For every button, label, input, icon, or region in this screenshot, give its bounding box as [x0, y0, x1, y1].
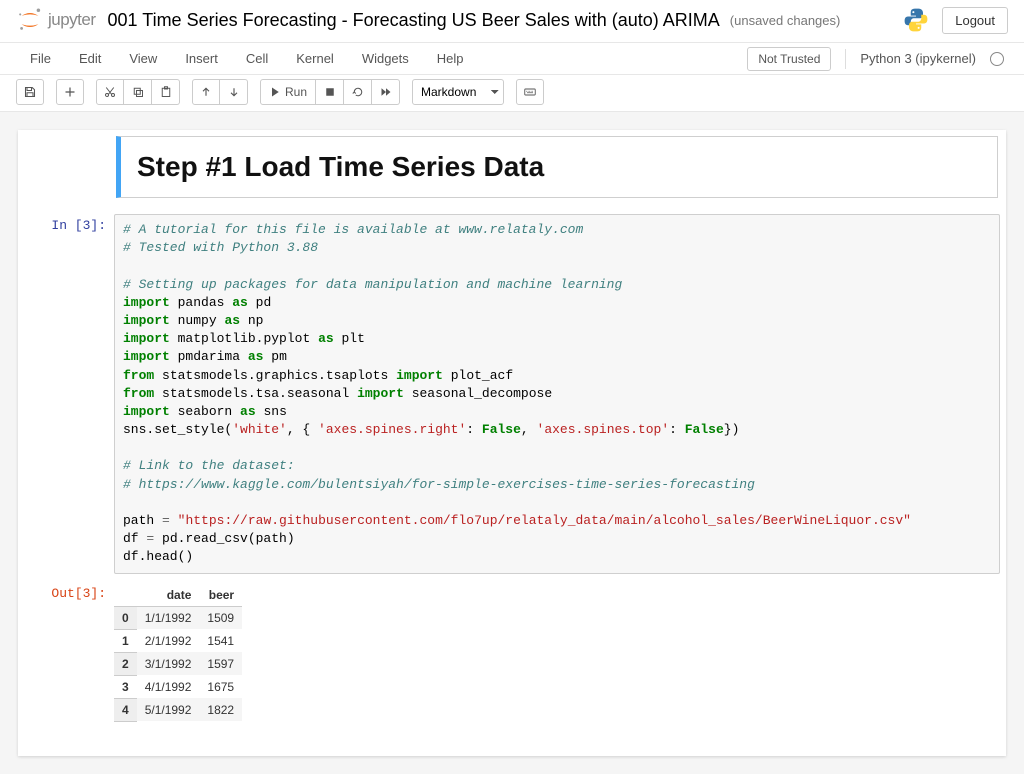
toolbar: Run Markdown: [0, 75, 1024, 112]
col-beer: beer: [199, 584, 242, 607]
menubar: File Edit View Insert Cell Kernel Widget…: [0, 42, 1024, 75]
col-index: [114, 584, 137, 607]
jupyter-logo[interactable]: jupyter: [16, 6, 96, 34]
notebook-name[interactable]: 001 Time Series Forecasting - Forecastin…: [108, 10, 720, 31]
keyboard-icon: [524, 86, 536, 98]
add-cell-button[interactable]: [56, 79, 84, 105]
notebook: Step #1 Load Time Series Data In [3]: # …: [18, 130, 1006, 756]
input-prompt: In [3]:: [24, 214, 114, 574]
menu-edit[interactable]: Edit: [65, 43, 115, 74]
command-palette-button[interactable]: [516, 79, 544, 105]
logo-text: jupyter: [48, 10, 96, 30]
menu-insert[interactable]: Insert: [171, 43, 232, 74]
code-cell[interactable]: In [3]: # A tutorial for this file is av…: [18, 210, 1006, 578]
stop-icon: [324, 86, 336, 98]
table-row: 01/1/19921509: [114, 606, 242, 629]
menu-view[interactable]: View: [115, 43, 171, 74]
menu-help[interactable]: Help: [423, 43, 478, 74]
play-icon: [269, 86, 281, 98]
fast-forward-icon: [380, 86, 392, 98]
save-status: (unsaved changes): [730, 13, 841, 28]
move-up-button[interactable]: [192, 79, 220, 105]
paste-icon: [160, 86, 172, 98]
table-row: 45/1/19921822: [114, 698, 242, 721]
divider: [845, 49, 846, 69]
plus-icon: [64, 86, 76, 98]
heading-1: Step #1 Load Time Series Data: [137, 151, 981, 183]
kernel-name[interactable]: Python 3 (ipykernel): [860, 51, 976, 66]
restart-run-all-button[interactable]: [372, 79, 400, 105]
table-row: 34/1/19921675: [114, 675, 242, 698]
save-icon: [24, 86, 36, 98]
arrow-up-icon: [200, 86, 212, 98]
menu-file[interactable]: File: [16, 43, 65, 74]
menu-kernel[interactable]: Kernel: [282, 43, 348, 74]
table-row: 12/1/19921541: [114, 629, 242, 652]
move-down-button[interactable]: [220, 79, 248, 105]
paste-button[interactable]: [152, 79, 180, 105]
code-input[interactable]: # A tutorial for this file is available …: [114, 214, 1000, 574]
col-date: date: [137, 584, 200, 607]
prompt-empty: [18, 136, 108, 210]
menu-widgets[interactable]: Widgets: [348, 43, 423, 74]
trust-badge[interactable]: Not Trusted: [747, 47, 831, 71]
copy-icon: [132, 86, 144, 98]
logout-button[interactable]: Logout: [942, 7, 1008, 34]
markdown-cell[interactable]: Step #1 Load Time Series Data: [18, 136, 1006, 210]
cell-type-select[interactable]: Markdown: [412, 79, 504, 105]
run-button[interactable]: Run: [260, 79, 316, 105]
notebook-container: Step #1 Load Time Series Data In [3]: # …: [0, 112, 1024, 774]
header: jupyter 001 Time Series Forecasting - Fo…: [0, 0, 1024, 42]
menu-cell[interactable]: Cell: [232, 43, 282, 74]
table-row: 23/1/19921597: [114, 652, 242, 675]
run-label: Run: [285, 85, 307, 99]
cut-button[interactable]: [96, 79, 124, 105]
arrow-down-icon: [228, 86, 240, 98]
save-button[interactable]: [16, 79, 44, 105]
python-icon: [902, 6, 930, 34]
jupyter-icon: [16, 6, 44, 34]
restart-button[interactable]: [344, 79, 372, 105]
output-table: date beer 01/1/19921509 12/1/19921541 23…: [114, 584, 242, 722]
interrupt-button[interactable]: [316, 79, 344, 105]
copy-button[interactable]: [124, 79, 152, 105]
restart-icon: [352, 86, 364, 98]
kernel-indicator-icon[interactable]: [990, 52, 1004, 66]
cut-icon: [104, 86, 116, 98]
